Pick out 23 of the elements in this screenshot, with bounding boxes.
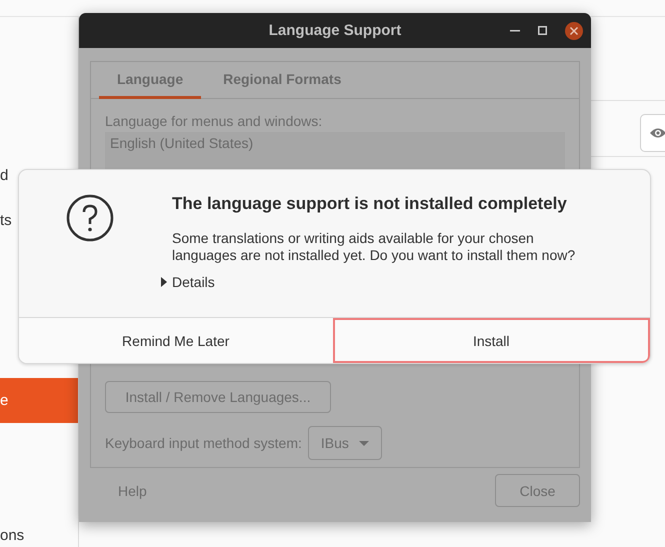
sidebar-item[interactable]: ons: [0, 513, 78, 547]
input-method-label: Keyboard input method system:: [105, 435, 302, 451]
maximize-icon[interactable]: [538, 26, 547, 35]
dialog-message: Some translations or writing aids available for your chosen languages are not installed yet. Do you want to install them now?: [172, 230, 576, 264]
install-remove-button[interactable]: Install / Remove Languages...: [105, 381, 331, 413]
close-icon[interactable]: [565, 22, 583, 40]
dialog-button[interactable]: Remind Me Later: [19, 318, 332, 363]
dropdown-arrow-icon: [358, 440, 369, 446]
dialog-title: The language support is not installed completely: [172, 194, 568, 214]
minimize-icon[interactable]: [510, 30, 520, 32]
close-button[interactable]: Close: [495, 474, 580, 507]
language-list-label: Language for menus and windows:: [105, 113, 324, 129]
input-method-dropdown[interactable]: IBus: [308, 426, 382, 460]
expand-triangle-icon: [161, 277, 167, 287]
eye-icon: [649, 127, 665, 139]
sidebar-item[interactable]: e: [0, 378, 78, 423]
details-expander[interactable]: Details: [161, 274, 592, 290]
question-icon: [66, 194, 114, 242]
tab[interactable]: Language: [99, 62, 202, 99]
window-title: Language Support: [268, 22, 402, 39]
help-button[interactable]: Help: [90, 474, 175, 506]
tab[interactable]: Regional Formats: [205, 62, 360, 99]
dialog-button[interactable]: Install: [332, 318, 650, 363]
